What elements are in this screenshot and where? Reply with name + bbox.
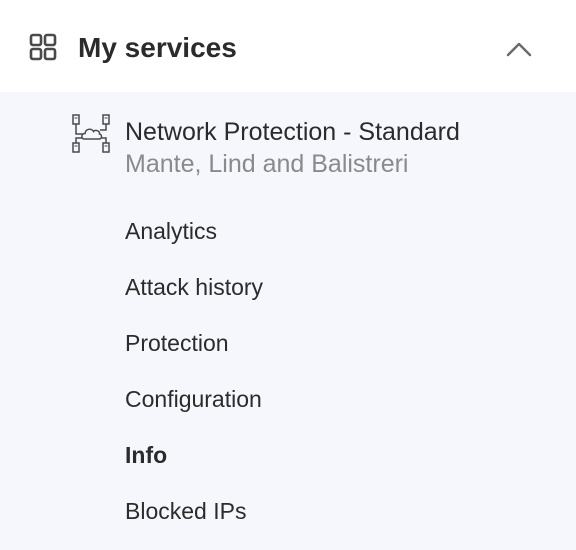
menu-item-protection[interactable]: Protection [125,328,229,358]
menu-item-info[interactable]: Info [125,440,167,470]
menu-item-attack-history[interactable]: Attack history [125,272,263,302]
network-icon [72,114,110,153]
my-services-header[interactable]: My services [0,0,576,92]
services-panel: Network Protection - Standard Mante, Lin… [0,92,576,550]
section-title: My services [78,32,237,63]
menu-item-blocked-ips[interactable]: Blocked IPs [125,496,246,526]
service-entry[interactable]: Network Protection - Standard Mante, Lin… [0,92,576,188]
grid-icon [29,33,57,61]
menu-item-analytics[interactable]: Analytics [125,216,217,246]
service-name: Network Protection - Standard [125,118,460,146]
service-organization: Mante, Lind and Balistreri [125,150,409,178]
menu-item-configuration[interactable]: Configuration [125,384,262,414]
chevron-up-icon[interactable] [505,36,533,60]
